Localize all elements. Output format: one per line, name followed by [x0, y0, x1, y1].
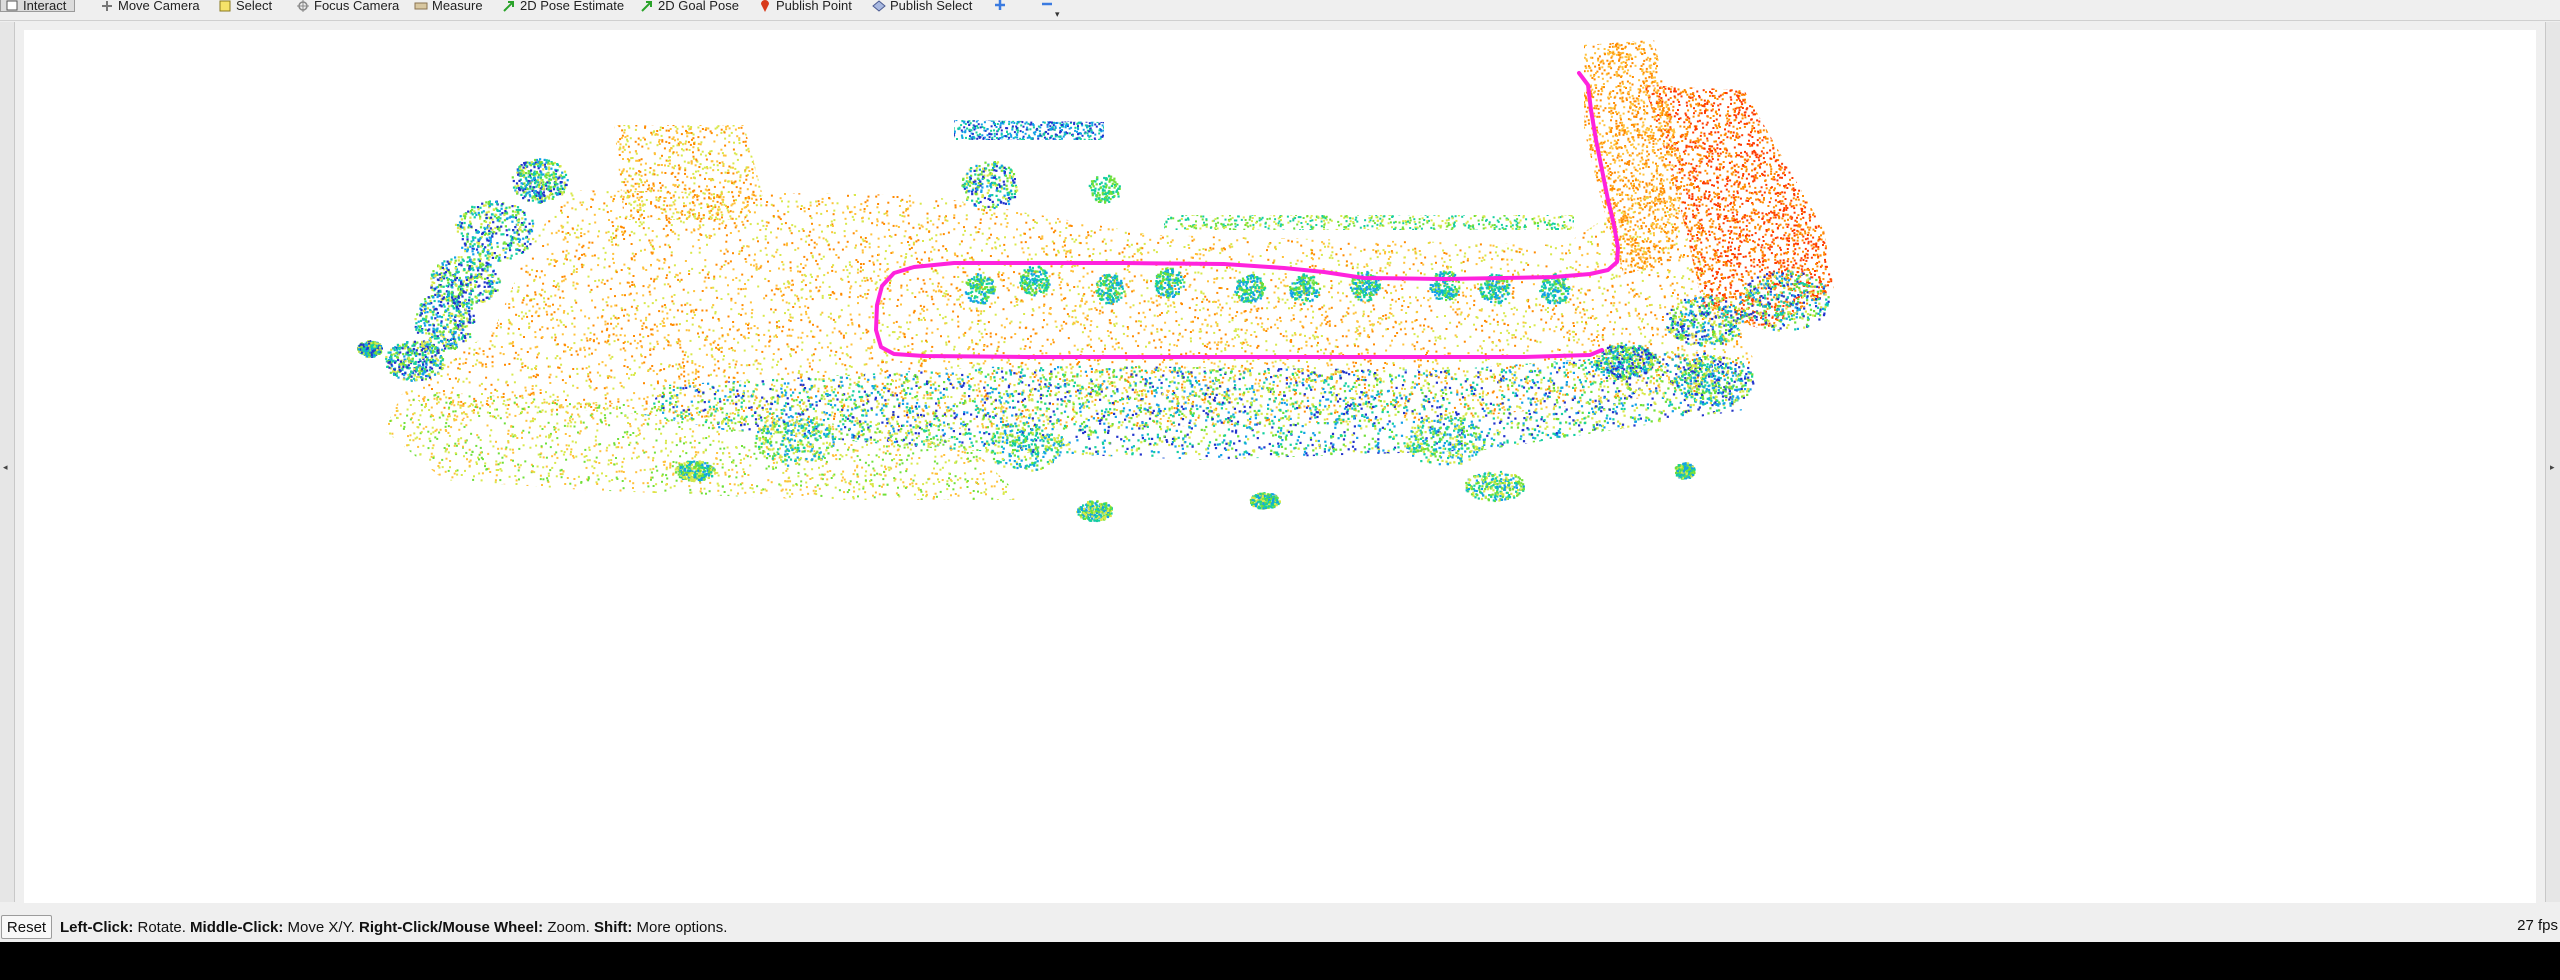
vegetation-cluster	[1289, 273, 1322, 306]
tool-focus-camera[interactable]: Focus Camera	[296, 0, 399, 12]
point-cloud-region	[1164, 215, 1574, 230]
view-status-bar: Reset Left-Click: Rotate. Middle-Click: …	[0, 911, 2560, 942]
interact-icon	[5, 0, 19, 12]
tool-label: Move Camera	[118, 0, 200, 12]
vegetation-cluster	[674, 460, 716, 483]
tool-dropdown-arrow-icon[interactable]: ▾	[1055, 9, 1060, 20]
hint-text: Rotate.	[133, 919, 190, 936]
vegetation-cluster	[964, 273, 996, 305]
vegetation-cluster	[1405, 415, 1486, 466]
vegetation-cluster	[1095, 273, 1126, 305]
vegetation-cluster	[1429, 270, 1461, 302]
tool-label: 2D Goal Pose	[658, 0, 739, 12]
tool-2d-pose-estimate[interactable]: 2D Pose Estimate	[502, 0, 624, 12]
tool-label: Measure	[432, 0, 483, 12]
publish-select-icon	[872, 0, 886, 12]
collapse-left-arrow-icon: ◂	[3, 462, 8, 473]
rviz-window: Interact Move Camera Select Focus Camera…	[0, 0, 2560, 942]
point-cloud-region	[404, 180, 1754, 430]
tool-publish-point[interactable]: Publish Point	[758, 0, 852, 12]
hint-key: Left-Click:	[60, 919, 133, 936]
hint-text: Zoom.	[543, 919, 594, 936]
plus-icon	[993, 0, 1007, 12]
point-cloud-region	[954, 120, 1104, 140]
tool-label: Interact	[23, 0, 66, 12]
vegetation-cluster	[357, 340, 383, 359]
collapse-right-arrow-icon: ▸	[2550, 462, 2555, 473]
tool-label: 2D Pose Estimate	[520, 0, 624, 12]
publish-point-pin-icon	[758, 0, 772, 12]
move-camera-icon	[100, 0, 114, 12]
focus-camera-icon	[296, 0, 310, 12]
goal-pose-arrow-icon	[640, 0, 654, 12]
minus-icon	[1040, 0, 1054, 12]
hint-key: Right-Click/Mouse Wheel:	[359, 919, 543, 936]
remove-tool-button[interactable]	[1040, 0, 1054, 12]
tool-2d-goal-pose[interactable]: 2D Goal Pose	[640, 0, 739, 12]
reset-view-button[interactable]: Reset	[1, 915, 52, 939]
vegetation-cluster	[1249, 492, 1281, 510]
vegetation-cluster	[1076, 500, 1113, 523]
tool-label: Focus Camera	[314, 0, 399, 12]
vegetation-cluster	[511, 158, 569, 204]
hint-text: Move X/Y.	[283, 919, 359, 936]
tool-label: Publish Select	[890, 0, 972, 12]
vegetation-cluster	[414, 290, 476, 352]
robot-trajectory-path	[874, 71, 1620, 359]
hint-key: Shift:	[594, 919, 632, 936]
vegetation-cluster	[1666, 295, 1746, 347]
pose-estimate-arrow-icon	[502, 0, 516, 12]
tool-interact[interactable]: Interact	[0, 0, 76, 12]
tool-measure[interactable]: Measure	[414, 0, 483, 12]
tool-label: Publish Point	[776, 0, 852, 12]
vegetation-cluster	[454, 200, 535, 262]
point-cloud-map	[357, 40, 1834, 523]
point-cloud-region	[644, 350, 1744, 460]
tool-label: Select	[236, 0, 272, 12]
measure-icon	[414, 0, 428, 12]
add-tool-button[interactable]	[993, 0, 1007, 12]
vegetation-cluster	[1088, 174, 1121, 204]
vegetation-cluster	[1019, 265, 1051, 297]
mouse-hint-text: Left-Click: Rotate. Middle-Click: Move X…	[60, 919, 727, 936]
right-panel-collapse-handle[interactable]: ▸	[2545, 22, 2560, 902]
tool-move-camera[interactable]: Move Camera	[100, 0, 200, 12]
vegetation-cluster	[1674, 462, 1696, 480]
3d-render-view[interactable]	[24, 30, 2536, 903]
vegetation-cluster	[961, 161, 1019, 212]
tool-publish-select[interactable]: Publish Select	[872, 0, 972, 12]
left-panel-collapse-handle[interactable]: ◂	[0, 22, 15, 902]
tools-toolbar: Interact Move Camera Select Focus Camera…	[0, 0, 2560, 21]
hint-text: More options.	[632, 919, 728, 936]
fps-counter: 27 fps	[2517, 917, 2558, 934]
hint-key: Middle-Click:	[190, 919, 283, 936]
vegetation-cluster	[1465, 470, 1525, 503]
point-cloud-points	[357, 40, 1834, 523]
select-icon	[218, 0, 232, 12]
tool-select[interactable]: Select	[218, 0, 272, 12]
